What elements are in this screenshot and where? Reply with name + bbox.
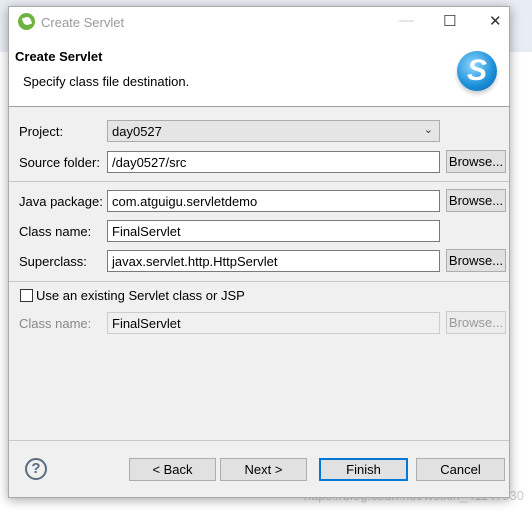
- help-icon[interactable]: ?: [25, 458, 47, 480]
- superclass-input[interactable]: javax.servlet.http.HttpServlet: [107, 250, 440, 272]
- use-existing-checkbox[interactable]: [20, 289, 33, 302]
- maximize-button[interactable]: ☐: [443, 12, 456, 30]
- existing-class-name-label: Class name:: [19, 316, 92, 331]
- next-button[interactable]: Next >: [220, 458, 307, 481]
- java-package-input[interactable]: com.atguigu.servletdemo: [107, 190, 440, 212]
- superclass-label: Superclass:: [19, 254, 87, 269]
- existing-class-name-input: FinalServlet: [107, 312, 440, 334]
- window-title: Create Servlet: [41, 15, 125, 30]
- back-button[interactable]: < Back: [129, 458, 216, 481]
- use-existing-label[interactable]: Use an existing Servlet class or JSP: [36, 288, 245, 303]
- browse-package-button[interactable]: Browse...: [446, 189, 506, 212]
- wizard-header: Create Servlet Specify class file destin…: [9, 37, 509, 107]
- divider: [9, 181, 509, 182]
- cancel-button[interactable]: Cancel: [416, 458, 505, 481]
- project-combo[interactable]: day0527 ⌄: [107, 120, 440, 142]
- source-folder-label: Source folder:: [19, 155, 100, 170]
- create-servlet-dialog: Create Servlet — ☐ ✕ Create Servlet Spec…: [8, 6, 510, 498]
- wizard-description: Specify class file destination.: [23, 74, 190, 89]
- servlet-logo-icon: S: [457, 51, 497, 91]
- browse-existing-button: Browse...: [446, 311, 506, 334]
- browse-source-folder-button[interactable]: Browse...: [446, 150, 506, 173]
- wizard-title: Create Servlet: [15, 49, 103, 64]
- project-value: day0527: [112, 124, 162, 139]
- divider: [9, 440, 509, 441]
- close-button[interactable]: ✕: [489, 12, 502, 30]
- class-name-label: Class name:: [19, 224, 92, 239]
- source-folder-input[interactable]: /day0527/src: [107, 151, 440, 173]
- java-package-label: Java package:: [19, 194, 103, 209]
- chevron-down-icon: ⌄: [423, 124, 433, 136]
- browse-superclass-button[interactable]: Browse...: [446, 249, 506, 272]
- minimize-button[interactable]: —: [399, 12, 414, 29]
- divider: [9, 281, 509, 282]
- class-name-input[interactable]: FinalServlet: [107, 220, 440, 242]
- spring-leaf-icon: [18, 13, 35, 30]
- project-label: Project:: [19, 124, 64, 139]
- title-bar: Create Servlet — ☐ ✕: [9, 7, 509, 37]
- finish-button[interactable]: Finish: [319, 458, 408, 481]
